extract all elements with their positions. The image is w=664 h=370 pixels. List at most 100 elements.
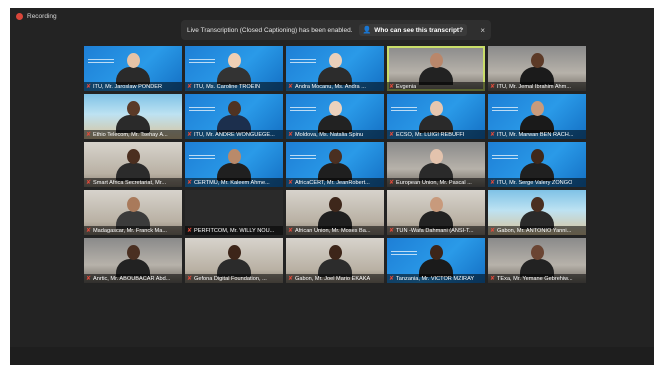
participant-name-bar: ✘ Gabon, Mr. Joel Mario EKAKA (286, 274, 384, 283)
participant-name-bar: ✘ African Union, Mr. Moses Ba... (286, 226, 384, 235)
participant-name-bar: ✘ ITU, Ms. Caroline TROEIN (185, 82, 283, 91)
participant-video (419, 149, 453, 181)
event-caption-icon (88, 59, 114, 67)
participant-name: Gabon, Mr. ANTONIO Yanni... (497, 227, 572, 234)
participant-name: ECSO, Mr. LUIGI REBUFFI (396, 131, 465, 138)
participant-name: ITU, Mr. ANDRE WONGUEGE... (194, 131, 275, 138)
event-caption-icon (290, 59, 316, 67)
participant-tile[interactable]: ✘ ITU, Mr. Serge Valery ZONGO (488, 142, 586, 187)
participant-video (116, 149, 150, 181)
participant-video (520, 197, 554, 229)
participant-name: Evgenia (396, 83, 417, 90)
participant-name: AfricaCERT, Mr. JeanRobert... (295, 179, 370, 186)
participant-tile[interactable]: ✘ PERFITCOM, Mr. WILLY NOU... (185, 190, 283, 235)
event-caption-icon (492, 155, 518, 163)
participant-tile[interactable]: ✘ Gefona Digital Foundation, ... (185, 238, 283, 283)
participant-video (520, 53, 554, 85)
mic-muted-icon: ✘ (490, 83, 496, 90)
participant-name: TUN -Wafa Dahmani (ANSI-T... (396, 227, 474, 234)
participant-name-bar: ✘ ITU, Mr. Jemal Ibrahim Ahm... (488, 82, 586, 91)
participant-tile[interactable]: ✘ Moldova, Ms. Natalia Spinu (286, 94, 384, 139)
participant-video (116, 245, 150, 277)
participant-tile[interactable]: ✘ CERTMU, Mr. Kaleem Ahme... (185, 142, 283, 187)
participant-name-bar: ✘ TUN -Wafa Dahmani (ANSI-T... (387, 226, 485, 235)
participant-name-bar: ✘ Andra Mocanu, Ms. Andra ... (286, 82, 384, 91)
recording-label: Recording (27, 13, 57, 20)
participant-tile[interactable]: ✘ ECSO, Mr. LUIGI REBUFFI (387, 94, 485, 139)
participant-tile[interactable]: ✘ ITU, Mr. ANDRE WONGUEGE... (185, 94, 283, 139)
participant-name: African Union, Mr. Moses Ba... (295, 227, 371, 234)
mic-muted-icon: ✘ (389, 131, 395, 138)
mic-muted-icon: ✘ (389, 179, 395, 186)
participant-video (116, 197, 150, 229)
participant-name-bar: ✘ TExa, Mr. Yemane Gebrehiw... (488, 274, 586, 283)
participant-name: European Union, Mr. Pascal ... (396, 179, 472, 186)
participant-tile[interactable]: ✘ European Union, Mr. Pascal ... (387, 142, 485, 187)
participant-name: Gefona Digital Foundation, ... (194, 275, 267, 282)
event-caption-icon (391, 107, 417, 115)
event-caption-icon (189, 155, 215, 163)
mic-muted-icon: ✘ (86, 83, 92, 90)
participant-video (217, 101, 251, 133)
participant-tile[interactable]: ✘ Madagascar, Mr. Franck Ma... (84, 190, 182, 235)
participant-tile[interactable]: ✘ Smart Africa Secretariat, Mr... (84, 142, 182, 187)
participant-video (520, 245, 554, 277)
participant-name: PERFITCOM, Mr. WILLY NOU... (194, 227, 275, 234)
participant-video (419, 53, 453, 85)
event-caption-icon (189, 107, 215, 115)
participant-tile[interactable]: ✘ ITU, Ms. Caroline TROEIN (185, 46, 283, 91)
participant-tile[interactable]: ✘ ITU, Mr. Marwan BEN RACH... (488, 94, 586, 139)
participant-video (318, 101, 352, 133)
mic-muted-icon: ✘ (490, 275, 496, 282)
participant-tile[interactable]: ✘ Andra Mocanu, Ms. Andra ... (286, 46, 384, 91)
participant-name-bar: ✘ Gefona Digital Foundation, ... (185, 274, 283, 283)
participant-video (116, 53, 150, 85)
mic-muted-icon: ✘ (187, 131, 193, 138)
participant-tile[interactable]: ✘ African Union, Mr. Moses Ba... (286, 190, 384, 235)
participant-name-bar: ✘ Ethio Telecom, Mr. Tsehay A... (84, 130, 182, 139)
transcript-visibility-label: Who can see this transcript? (374, 26, 464, 34)
participant-name: Smart Africa Secretariat, Mr... (93, 179, 167, 186)
participant-tile[interactable]: ✘ ITU, Mr. Jemal Ibrahim Ahm... (488, 46, 586, 91)
mic-muted-icon: ✘ (86, 227, 92, 234)
participant-name: ITU, Ms. Caroline TROEIN (194, 83, 261, 90)
mic-muted-icon: ✘ (389, 275, 395, 282)
participant-tile[interactable]: ✘ Gabon, Mr. ANTONIO Yanni... (488, 190, 586, 235)
participant-tile[interactable]: ✘ TUN -Wafa Dahmani (ANSI-T... (387, 190, 485, 235)
mic-muted-icon: ✘ (187, 275, 193, 282)
participant-name-bar: ✘ Smart Africa Secretariat, Mr... (84, 178, 182, 187)
participant-tile[interactable]: ✘ Tanzania, Mr. VICTOR MZIRAY (387, 238, 485, 283)
participant-name-bar: ✘ Moldova, Ms. Natalia Spinu (286, 130, 384, 139)
participant-video (419, 197, 453, 229)
event-caption-icon (290, 155, 316, 163)
participant-name-bar: ✘ ITU, Mr. Marwan BEN RACH... (488, 130, 586, 139)
participant-tile[interactable]: ✘ Evgenia (387, 46, 485, 91)
participant-name: Gabon, Mr. Joel Mario EKAKA (295, 275, 371, 282)
participant-name-bar: ✘ Evgenia (387, 82, 485, 91)
bottom-bar (10, 347, 654, 365)
participant-name: CERTMU, Mr. Kaleem Ahme... (194, 179, 270, 186)
mic-muted-icon: ✘ (389, 83, 395, 90)
participant-video (318, 53, 352, 85)
close-icon[interactable]: × (480, 26, 485, 35)
mic-muted-icon: ✘ (187, 179, 193, 186)
mic-muted-icon: ✘ (490, 131, 496, 138)
transcript-visibility-link[interactable]: 👤 Who can see this transcript? (358, 24, 468, 36)
mic-muted-icon: ✘ (288, 83, 294, 90)
mic-muted-icon: ✘ (288, 275, 294, 282)
participant-tile[interactable]: ✘ Anrtic, Mr. ABOUBACAR Abd... (84, 238, 182, 283)
mic-muted-icon: ✘ (288, 227, 294, 234)
participant-name: Ethio Telecom, Mr. Tsehay A... (93, 131, 168, 138)
participant-video (217, 53, 251, 85)
person-icon: 👤 (362, 27, 372, 34)
participant-tile[interactable]: ✘ AfricaCERT, Mr. JeanRobert... (286, 142, 384, 187)
mic-muted-icon: ✘ (389, 227, 395, 234)
participant-tile[interactable]: ✘ TExa, Mr. Yemane Gebrehiw... (488, 238, 586, 283)
participant-grid: ✘ ITU, Mr. Jaroslaw PONDER ✘ ITU, Ms. Carol… (84, 46, 586, 336)
participant-name: Moldova, Ms. Natalia Spinu (295, 131, 364, 138)
participant-name-bar: ✘ European Union, Mr. Pascal ... (387, 178, 485, 187)
participant-video (217, 245, 251, 277)
participant-tile[interactable]: ✘ Gabon, Mr. Joel Mario EKAKA (286, 238, 384, 283)
participant-tile[interactable]: ✘ ITU, Mr. Jaroslaw PONDER (84, 46, 182, 91)
participant-tile[interactable]: ✘ Ethio Telecom, Mr. Tsehay A... (84, 94, 182, 139)
